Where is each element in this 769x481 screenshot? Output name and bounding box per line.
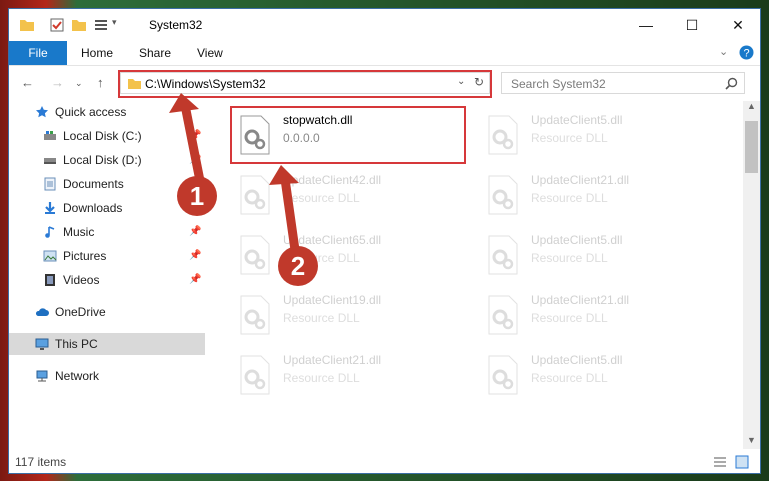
step-badge-1: 1	[177, 176, 217, 216]
step-badge-2: 2	[278, 246, 318, 286]
arrow-2-head	[269, 165, 299, 185]
arrow-1-head	[169, 93, 199, 113]
annotation-arrows	[169, 93, 302, 265]
explorer-window: ▾ System32 — ☐ ✕ File Home Share View ⌄ …	[8, 8, 761, 474]
